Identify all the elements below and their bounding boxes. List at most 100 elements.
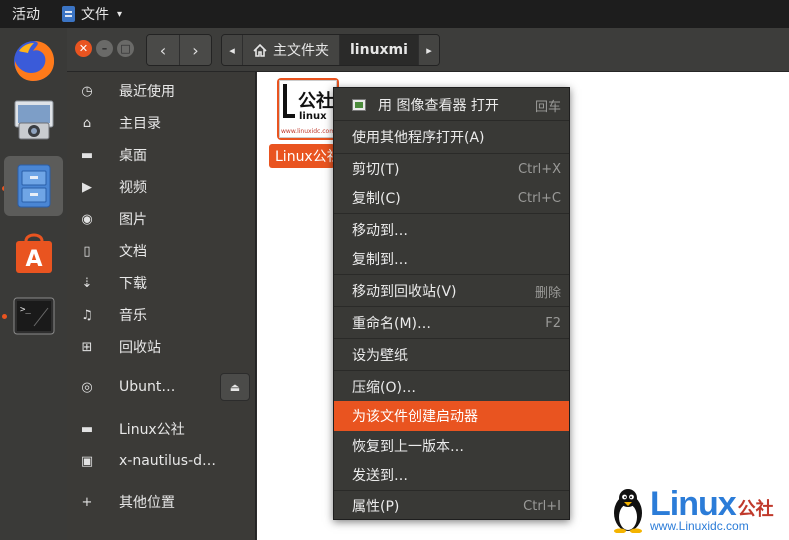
menu-item-accel: Ctrl+C: [517, 190, 561, 206]
menu-item-copy-to[interactable]: 复制到…: [334, 244, 569, 274]
menu-item-open-with-other[interactable]: 使用其他程序打开(A): [334, 122, 569, 152]
image-thumbnail: 公社 linux www.linuxidc.com: [279, 80, 337, 138]
sidebar-item-desktop[interactable]: ▬ 桌面: [67, 140, 256, 170]
menu-item-label: 属性(P): [352, 499, 400, 515]
back-button[interactable]: ‹: [147, 35, 179, 65]
menu-item-label: 发送到…: [352, 468, 408, 484]
file-name-label[interactable]: Linux公社: [269, 144, 335, 168]
menu-item-cut[interactable]: 剪切(T) Ctrl+X: [334, 154, 569, 184]
disc-icon: ◎: [81, 379, 93, 395]
menu-item-accel: F2: [545, 315, 561, 331]
sidebar-item-label: x-nautilus-d…: [119, 453, 217, 469]
sidebar-item-recent[interactable]: ◷ 最近使用: [67, 76, 256, 106]
path-home-button[interactable]: 主文件夹: [242, 35, 339, 65]
close-window-button[interactable]: ✕: [75, 40, 92, 57]
shopping-bag-icon: A: [15, 233, 52, 273]
menu-item-properties[interactable]: 属性(P) Ctrl+I: [334, 491, 569, 521]
menu-item-label: 复制(C): [352, 191, 401, 207]
sidebar-item-label: Ubunt…: [119, 379, 176, 395]
sidebar-item-other-locations[interactable]: + 其他位置: [67, 487, 256, 517]
download-icon: ⇣: [81, 275, 93, 291]
menu-separator: [334, 120, 569, 121]
network-icon: ▣: [80, 453, 94, 469]
path-scroll-left-button[interactable]: ◂: [222, 35, 242, 65]
plus-icon: +: [81, 494, 93, 510]
top-bar: 活动 文件 ▾: [0, 0, 789, 28]
menu-item-restore-previous[interactable]: 恢复到上一版本…: [334, 431, 569, 461]
menu-item-label: 复制到…: [352, 252, 408, 268]
menu-item-move-to-trash[interactable]: 移动到回收站(V) 删除: [334, 276, 569, 306]
dock-item-files[interactable]: [4, 156, 63, 216]
terminal-icon: >_: [13, 297, 54, 335]
home-icon: ⌂: [82, 115, 92, 131]
path-current-button[interactable]: linuxmi: [339, 35, 419, 65]
sidebar-item-pictures[interactable]: ◉ 图片: [67, 204, 256, 234]
watermark-text: Linux 公社 www.Linuxidc.com: [650, 487, 774, 533]
sidebar-item-trash[interactable]: ⊞ 回收站: [67, 332, 256, 362]
menu-item-accel: Ctrl+X: [518, 161, 561, 177]
sidebar-item-label: Linux公社: [119, 422, 185, 438]
eject-button[interactable]: ⏏: [220, 373, 250, 401]
path-bar: ◂ 主文件夹 linuxmi ▸: [221, 34, 440, 66]
window-controls: ✕ – □: [75, 40, 134, 57]
thumbnail-subtext: linux: [299, 111, 327, 122]
svg-text:>_: >_: [20, 305, 31, 315]
sidebar-item-bookmark-nautilus[interactable]: ▣ x-nautilus-d…: [67, 446, 256, 476]
thumbnail-text: 公社: [298, 91, 334, 112]
watermark: Linux 公社 www.Linuxidc.com: [610, 487, 774, 533]
dock-item-firefox[interactable]: [4, 30, 63, 90]
chevron-right-icon: ›: [192, 40, 199, 60]
dock-item-software[interactable]: A: [4, 222, 63, 282]
sidebar-item-documents[interactable]: ▯ 文档: [67, 236, 256, 266]
sidebar-item-label: 下载: [119, 276, 147, 292]
sidebar-item-label: 其他位置: [119, 495, 175, 511]
forward-button[interactable]: ›: [179, 35, 211, 65]
menu-separator: [334, 213, 569, 214]
menu-item-compress[interactable]: 压缩(O)…: [334, 372, 569, 402]
sidebar-item-downloads[interactable]: ⇣ 下载: [67, 268, 256, 298]
dock: A >_: [0, 28, 67, 540]
sidebar-item-music[interactable]: ♫ 音乐: [67, 300, 256, 330]
menu-item-create-launcher[interactable]: 为该文件创建启动器: [334, 401, 569, 431]
menu-item-move-to[interactable]: 移动到…: [334, 215, 569, 245]
menu-item-rename[interactable]: 重命名(M)… F2: [334, 308, 569, 338]
file-icon-linux[interactable]: 公社 linux www.linuxidc.com: [277, 78, 339, 140]
menu-item-accel: 删除: [534, 285, 561, 301]
app-menu-label: 文件: [81, 7, 109, 23]
menu-item-label: 剪切(T): [352, 162, 400, 178]
sidebar-item-device[interactable]: ◎ Ubunt… ⏏: [67, 372, 256, 402]
sidebar-item-label: 文档: [119, 244, 147, 260]
file-cabinet-icon: [17, 164, 50, 208]
menu-item-set-wallpaper[interactable]: 设为壁纸: [334, 340, 569, 370]
menu-item-send-to[interactable]: 发送到…: [334, 460, 569, 490]
eject-icon: ⏏: [229, 380, 241, 394]
sidebar-item-label: 视频: [119, 180, 147, 196]
menu-separator: [334, 338, 569, 339]
dock-item-terminal[interactable]: >_: [4, 286, 63, 346]
watermark-brand-cn: 公社: [737, 499, 774, 520]
menu-separator: [334, 306, 569, 307]
sidebar-item-bookmark-linux[interactable]: ▬ Linux公社: [67, 414, 256, 444]
camera-icon: [14, 100, 53, 140]
minimize-window-button[interactable]: –: [96, 40, 113, 57]
maximize-window-button[interactable]: □: [117, 40, 134, 57]
nav-buttons: ‹ ›: [146, 34, 212, 66]
context-menu: 用 图像查看器 打开 回车 使用其他程序打开(A) 剪切(T) Ctrl+X 复…: [333, 87, 570, 520]
menu-item-accel: 回车: [534, 99, 561, 115]
sidebar-item-videos[interactable]: ▶ 视频: [67, 172, 256, 202]
menu-item-label: 为该文件创建启动器: [352, 409, 478, 425]
path-home-label: 主文件夹: [273, 43, 329, 59]
sidebar-item-home[interactable]: ⌂ 主目录: [67, 108, 256, 138]
dock-item-screenshot[interactable]: [4, 90, 63, 150]
activities-button[interactable]: 活动: [12, 4, 40, 24]
menu-item-copy[interactable]: 复制(C) Ctrl+C: [334, 183, 569, 213]
menu-item-open-with-image-viewer[interactable]: 用 图像查看器 打开 回车: [334, 90, 569, 120]
path-scroll-right-button[interactable]: ▸: [418, 35, 439, 65]
trash-icon: ⊞: [81, 339, 93, 355]
sidebar-item-label: 主目录: [119, 116, 161, 132]
chevron-down-icon: ▾: [117, 8, 123, 20]
video-icon: ▶: [82, 179, 92, 195]
menu-item-accel: Ctrl+I: [523, 498, 561, 514]
places-sidebar: ◷ 最近使用 ⌂ 主目录 ▬ 桌面 ▶ 视频 ◉ 图片 ▯ 文档 ⇣ 下载 ♫ …: [67, 72, 256, 540]
app-menu[interactable]: 文件 ▾: [62, 4, 122, 24]
